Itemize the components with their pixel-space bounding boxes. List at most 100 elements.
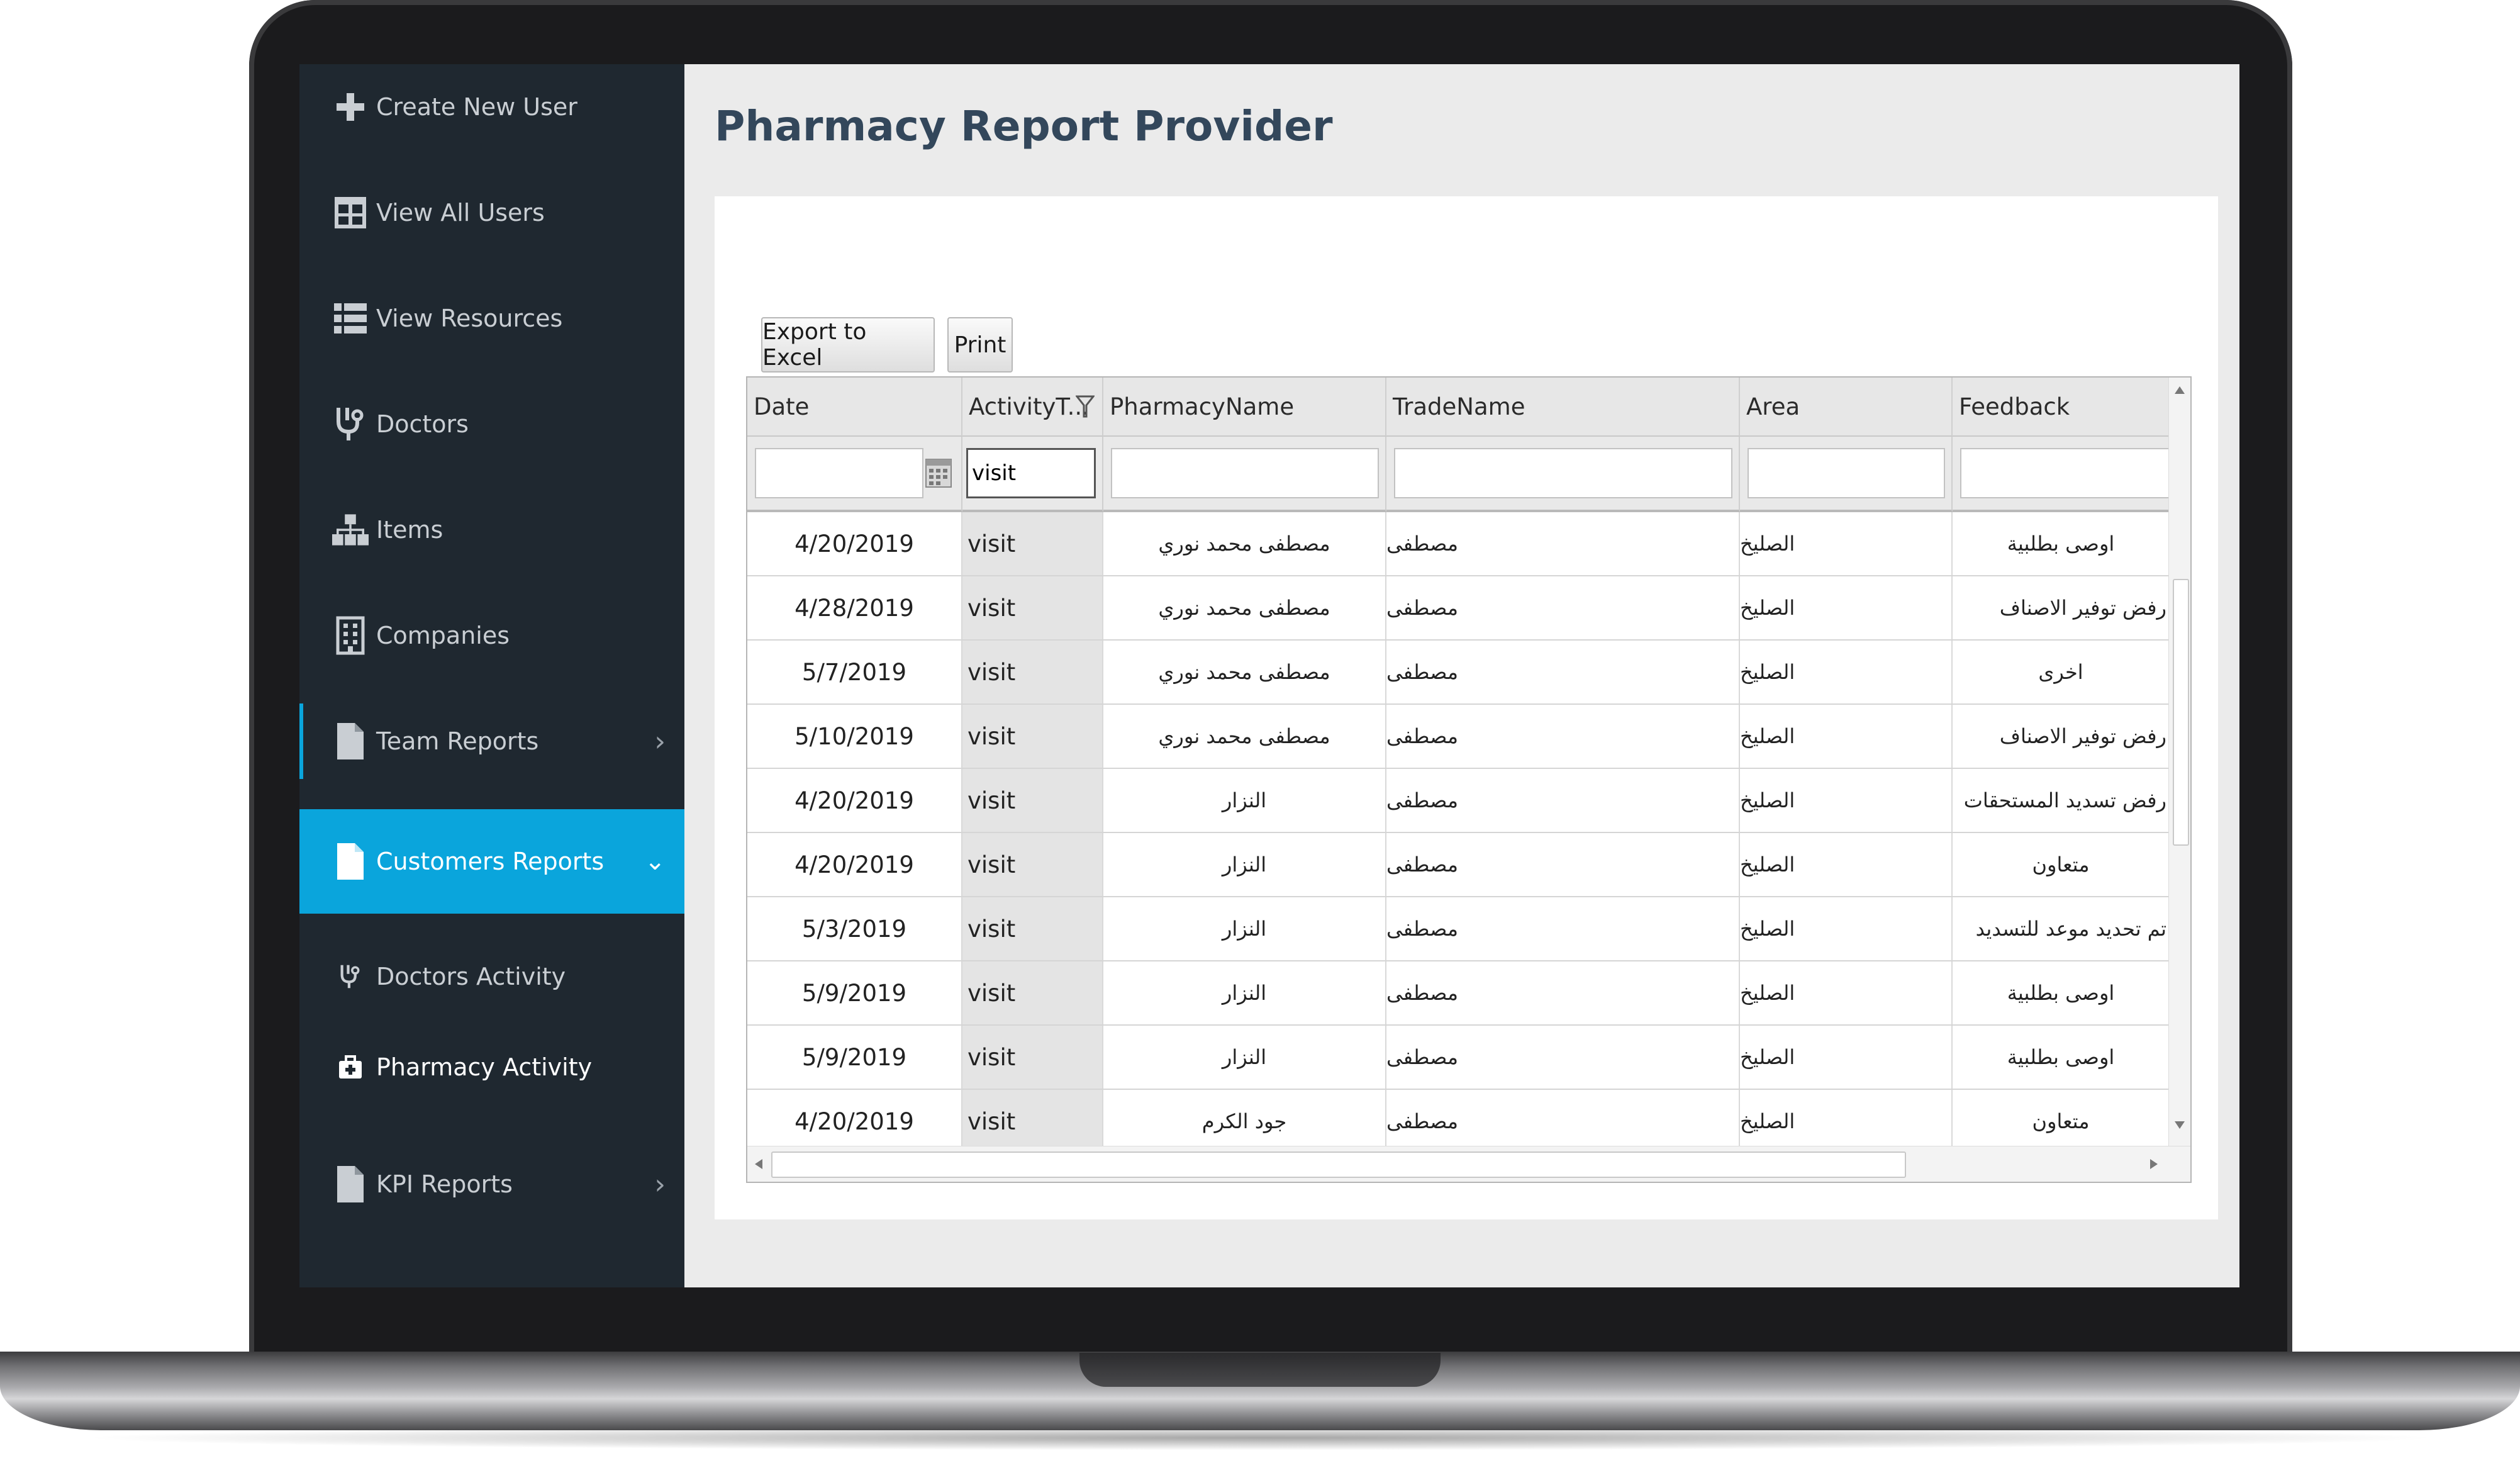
feedback-filter-input[interactable] — [1960, 448, 2174, 498]
column-header-label: ActivityT... — [969, 393, 1090, 420]
trade-cell: مصطفى — [1386, 897, 1740, 960]
table-row[interactable]: 5/10/2019 visit مصطفى محمد نوري مصطفى ال… — [747, 705, 2170, 769]
area-cell: الصليخ — [1740, 576, 1953, 639]
document-icon — [332, 1166, 369, 1202]
building-icon — [332, 616, 369, 655]
activity-cell: visit — [962, 961, 1103, 1024]
activity-cell: visit — [962, 512, 1103, 575]
activity-cell: visit — [962, 769, 1103, 832]
print-button[interactable]: Print — [947, 317, 1013, 373]
scroll-right-icon[interactable] — [2149, 1158, 2159, 1170]
horizontal-scrollbar[interactable] — [747, 1146, 2190, 1182]
filter-icon[interactable] — [1074, 394, 1096, 425]
activity-cell: visit — [962, 1090, 1103, 1153]
column-header-pharmacy-name[interactable]: PharmacyName — [1103, 378, 1386, 437]
stethoscope-icon — [332, 406, 369, 442]
pharmacy-cell: النزار — [1103, 897, 1386, 960]
sidebar-subitem-doctors-activity[interactable]: Doctors Activity — [299, 939, 684, 1014]
report-grid: Date ActivityT... PharmacyName TradeName… — [746, 376, 2192, 1183]
date-cell: 4/20/2019 — [747, 833, 962, 896]
table-row[interactable]: 4/20/2019 visit النزار مصطفى الصليخ رفض … — [747, 769, 2170, 833]
export-to-excel-button[interactable]: Export to Excel — [761, 317, 935, 373]
date-cell: 5/9/2019 — [747, 961, 962, 1024]
column-header-feedback[interactable]: Feedback — [1953, 378, 2170, 437]
pharmacy-cell: جود الكرم — [1103, 1090, 1386, 1153]
table-row[interactable]: 4/28/2019 visit مصطفى محمد نوري مصطفى ال… — [747, 576, 2170, 641]
activity-cell: visit — [962, 897, 1103, 960]
trade-cell: مصطفى — [1386, 961, 1740, 1024]
sidebar-item-label: View All Users — [376, 199, 545, 227]
filter-cell-pharmacy — [1103, 437, 1386, 512]
pharmacy-cell: مصطفى محمد نوري — [1103, 705, 1386, 768]
activity-cell: visit — [962, 576, 1103, 639]
trade-cell: مصطفى — [1386, 1026, 1740, 1089]
vertical-scroll-thumb[interactable] — [2173, 579, 2189, 846]
horizontal-scroll-thumb[interactable] — [771, 1151, 1906, 1178]
feedback-cell: تم تحديد موعد للتسديد — [1953, 897, 2170, 960]
table-row[interactable]: 5/3/2019 visit النزار مصطفى الصليخ تم تح… — [747, 897, 2170, 961]
sidebar-subitem-label: Pharmacy Activity — [376, 1053, 593, 1081]
calendar-icon[interactable] — [925, 457, 952, 491]
sidebar-item-label: Items — [376, 516, 443, 544]
filter-cell-feedback — [1953, 437, 2174, 512]
sidebar-subitem-label: Doctors Activity — [376, 963, 566, 990]
table-row[interactable]: 5/9/2019 visit النزار مصطفى الصليخ اوصى … — [747, 1026, 2170, 1090]
area-filter-input[interactable] — [1748, 448, 1945, 498]
pharmacy-cell: النزار — [1103, 961, 1386, 1024]
sidebar-item-team-reports[interactable]: Team Reports › — [299, 703, 684, 779]
pharmacy-filter-input[interactable] — [1111, 448, 1379, 498]
filter-cell-trade — [1386, 437, 1740, 512]
trade-cell: مصطفى — [1386, 833, 1740, 896]
stethoscope-icon — [332, 958, 369, 995]
document-icon — [332, 723, 369, 759]
area-cell: الصليخ — [1740, 1026, 1953, 1089]
table-row[interactable]: 5/7/2019 visit مصطفى محمد نوري مصطفى الص… — [747, 641, 2170, 705]
date-cell: 4/20/2019 — [747, 769, 962, 832]
scroll-left-icon[interactable] — [754, 1158, 764, 1170]
pharmacy-cell: النزار — [1103, 769, 1386, 832]
sidebar-item-companies[interactable]: Companies — [299, 598, 684, 673]
laptop-notch — [1079, 1353, 1441, 1387]
table-row[interactable]: 5/9/2019 visit النزار مصطفى الصليخ اوصى … — [747, 961, 2170, 1026]
activity-cell: visit — [962, 641, 1103, 703]
plus-icon — [332, 89, 369, 125]
list-icon — [332, 300, 369, 337]
table-row[interactable]: 4/20/2019 visit جود الكرم مصطفى الصليخ م… — [747, 1090, 2170, 1154]
vertical-scrollbar[interactable] — [2168, 378, 2190, 1148]
activity-filter-input[interactable] — [966, 448, 1096, 498]
filter-cell-area — [1740, 437, 1953, 512]
date-cell: 5/7/2019 — [747, 641, 962, 703]
sidebar: Create New User View All Users View Reso… — [299, 64, 684, 1287]
column-header-trade-name[interactable]: TradeName — [1386, 378, 1740, 437]
scroll-down-icon[interactable] — [2173, 1120, 2186, 1130]
feedback-cell: اوصى بطلبية — [1953, 961, 2170, 1024]
sidebar-item-create-new-user[interactable]: Create New User — [299, 69, 684, 145]
sidebar-item-kpi-reports[interactable]: KPI Reports › — [299, 1146, 684, 1222]
sidebar-item-label: Companies — [376, 622, 510, 649]
trade-filter-input[interactable] — [1394, 448, 1732, 498]
sidebar-item-customers-reports[interactable]: Customers Reports ⌄ — [299, 809, 684, 914]
column-header-activity-type[interactable]: ActivityT... — [962, 378, 1103, 437]
area-cell: الصليخ — [1740, 512, 1953, 575]
sidebar-subitem-pharmacy-activity[interactable]: Pharmacy Activity — [299, 1029, 684, 1105]
trade-cell: مصطفى — [1386, 641, 1740, 703]
sidebar-item-view-all-users[interactable]: View All Users — [299, 175, 684, 250]
column-header-date[interactable]: Date — [747, 378, 962, 437]
table-row[interactable]: 4/20/2019 visit مصطفى محمد نوري مصطفى ال… — [747, 512, 2170, 576]
page-title: Pharmacy Report Provider — [715, 102, 1333, 150]
trade-cell: مصطفى — [1386, 769, 1740, 832]
sidebar-item-view-resources[interactable]: View Resources — [299, 281, 684, 356]
activity-cell: visit — [962, 705, 1103, 768]
filter-cell-activity — [962, 437, 1103, 512]
sidebar-item-doctors[interactable]: Doctors — [299, 386, 684, 462]
scroll-up-icon[interactable] — [2173, 385, 2186, 395]
table-row[interactable]: 4/20/2019 visit النزار مصطفى الصليخ متعا… — [747, 833, 2170, 897]
document-icon — [332, 843, 369, 880]
sidebar-item-items[interactable]: Items — [299, 492, 684, 568]
pharmacy-cell: مصطفى محمد نوري — [1103, 576, 1386, 639]
filter-cell-date — [747, 437, 962, 512]
sidebar-item-label: Create New User — [376, 93, 577, 121]
column-header-area[interactable]: Area — [1740, 378, 1953, 437]
area-cell: الصليخ — [1740, 705, 1953, 768]
date-filter-input[interactable] — [755, 448, 923, 498]
